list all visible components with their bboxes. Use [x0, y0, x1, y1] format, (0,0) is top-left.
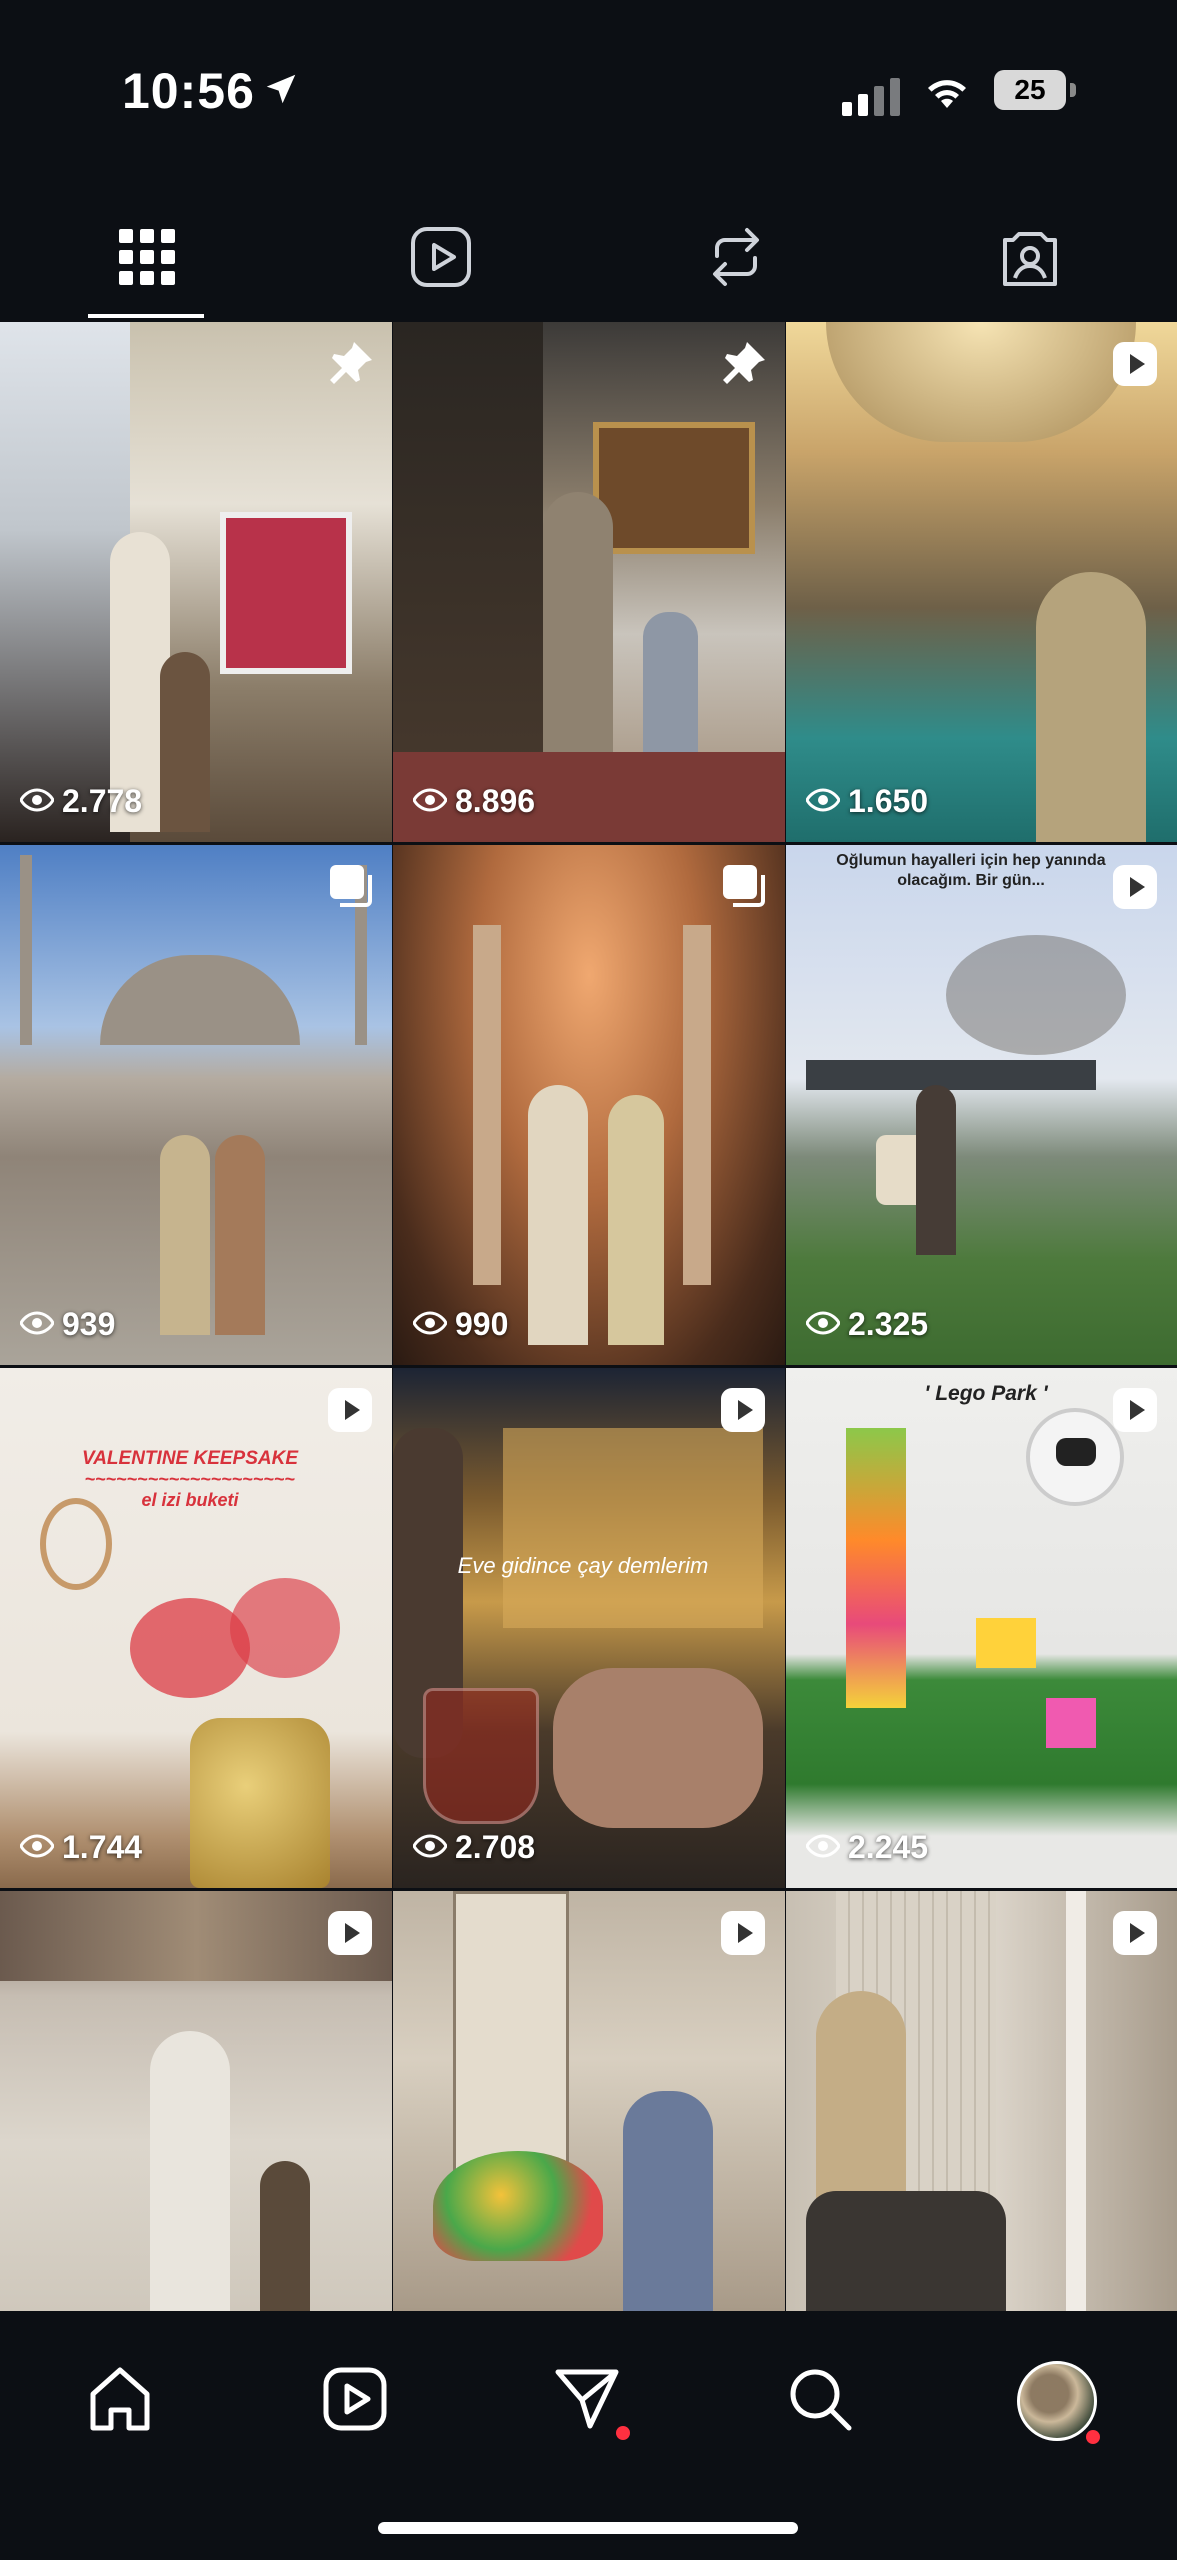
profile-notification-dot	[1086, 2430, 1100, 2444]
eye-icon	[412, 1829, 448, 1866]
reel-icon	[1111, 1386, 1159, 1439]
eye-icon	[19, 1829, 55, 1866]
reel-icon	[1111, 863, 1159, 916]
carousel-icon	[721, 863, 767, 914]
view-count-text: 2.708	[455, 1829, 536, 1865]
view-count-text: 939	[62, 1306, 116, 1342]
pin-icon	[328, 340, 374, 391]
view-count: 2.325	[805, 1306, 929, 1343]
profile-avatar	[1017, 2361, 1097, 2441]
status-bar: 10:56 25	[0, 0, 1177, 190]
reel-icon	[719, 1909, 767, 1962]
view-count-text: 1.650	[848, 783, 929, 819]
post-caption-overlay: Eve gidince çay demlerim	[457, 1553, 709, 1578]
status-time: 10:56	[122, 63, 255, 119]
profile-tabs	[0, 200, 1177, 318]
post-thumbnail	[786, 845, 1177, 1365]
grid-icon	[119, 228, 176, 290]
reel-icon	[1111, 1909, 1159, 1962]
post-tile[interactable]	[393, 1891, 785, 2311]
post-thumbnail	[786, 1368, 1177, 1888]
post-thumbnail	[786, 322, 1177, 842]
post-tile[interactable]: Eve gidince çay demlerim 2.708	[393, 1368, 785, 1888]
view-count: 8.896	[412, 783, 536, 820]
eye-icon	[19, 783, 55, 820]
view-count: 2.778	[19, 783, 143, 820]
post-tile[interactable]: 2.778	[0, 322, 392, 842]
post-grid: 2.778 8.896 1.650 939 990 Oğlumun hayall…	[0, 322, 1177, 2322]
post-caption-overlay: ' Lego Park '	[924, 1382, 1048, 1405]
reels-icon	[410, 226, 472, 293]
view-count: 2.708	[412, 1829, 536, 1866]
post-tile[interactable]: 990	[393, 845, 785, 1365]
eye-icon	[412, 783, 448, 820]
post-thumbnail	[0, 1368, 392, 1888]
tab-tagged[interactable]	[883, 200, 1177, 318]
post-tile[interactable]	[786, 1891, 1177, 2311]
view-count-text: 2.245	[848, 1829, 929, 1865]
messages-notification-dot	[616, 2426, 630, 2440]
view-count-text: 990	[455, 1306, 509, 1342]
search-icon	[785, 2364, 855, 2439]
post-caption-overlay: VALENTINE KEEPSAKE	[81, 1448, 299, 1469]
eye-icon	[412, 1306, 448, 1343]
eye-icon	[19, 1306, 55, 1343]
tab-reposts[interactable]	[589, 200, 883, 318]
carousel-icon	[328, 863, 374, 914]
post-tile[interactable]	[0, 1891, 392, 2311]
view-count: 1.744	[19, 1829, 143, 1866]
nav-reels[interactable]	[310, 2356, 400, 2446]
reel-icon	[1111, 340, 1159, 393]
wifi-icon	[922, 72, 972, 117]
view-count: 1.650	[805, 783, 929, 820]
tagged-icon	[999, 226, 1061, 293]
nav-search[interactable]	[775, 2356, 865, 2446]
nav-messages[interactable]	[542, 2356, 632, 2446]
view-count-text: 8.896	[455, 783, 536, 819]
reel-icon	[326, 1386, 374, 1439]
battery-indicator: 25	[994, 70, 1076, 110]
repost-icon	[707, 226, 765, 293]
view-count-text: 2.325	[848, 1306, 929, 1342]
post-tile[interactable]: ' Lego Park ' 2.245	[786, 1368, 1177, 1888]
reels-icon	[322, 2366, 388, 2437]
reel-icon	[326, 1909, 374, 1962]
post-tile[interactable]: VALENTINE KEEPSAKE ~~~~~~~~~~~~~~~~~~~~ …	[0, 1368, 392, 1888]
nav-profile[interactable]	[1012, 2356, 1102, 2446]
tab-grid[interactable]	[0, 200, 294, 318]
cellular-signal-icon	[842, 78, 900, 116]
post-thumbnail	[393, 322, 785, 842]
view-count: 990	[412, 1306, 509, 1343]
view-count: 2.245	[805, 1829, 929, 1866]
post-tile[interactable]: 8.896	[393, 322, 785, 842]
messages-icon	[552, 2364, 622, 2439]
post-thumbnail	[0, 845, 392, 1365]
post-tile[interactable]: 1.650	[786, 322, 1177, 842]
post-thumbnail	[393, 1368, 785, 1888]
eye-icon	[805, 783, 841, 820]
pin-icon	[721, 340, 767, 391]
tab-reels[interactable]	[294, 200, 588, 318]
nav-home[interactable]	[75, 2356, 165, 2446]
post-caption-divider: ~~~~~~~~~~~~~~~~~~~~	[84, 1469, 296, 1489]
post-tile[interactable]: 939	[0, 845, 392, 1365]
post-thumbnail	[393, 845, 785, 1365]
post-caption-line: el izi buketi	[141, 1490, 239, 1510]
home-indicator	[378, 2522, 798, 2534]
post-thumbnail	[0, 322, 392, 842]
view-count: 939	[19, 1306, 116, 1343]
post-caption-overlay: Oğlumun hayalleri için hep yanında olaca…	[836, 852, 1106, 889]
reel-icon	[719, 1386, 767, 1439]
view-count-text: 1.744	[62, 1829, 143, 1865]
view-count-text: 2.778	[62, 783, 143, 819]
location-arrow-icon	[262, 70, 300, 113]
post-tile[interactable]: Oğlumun hayalleri için hep yanında olaca…	[786, 845, 1177, 1365]
eye-icon	[805, 1306, 841, 1343]
home-icon	[85, 2364, 155, 2439]
eye-icon	[805, 1829, 841, 1866]
